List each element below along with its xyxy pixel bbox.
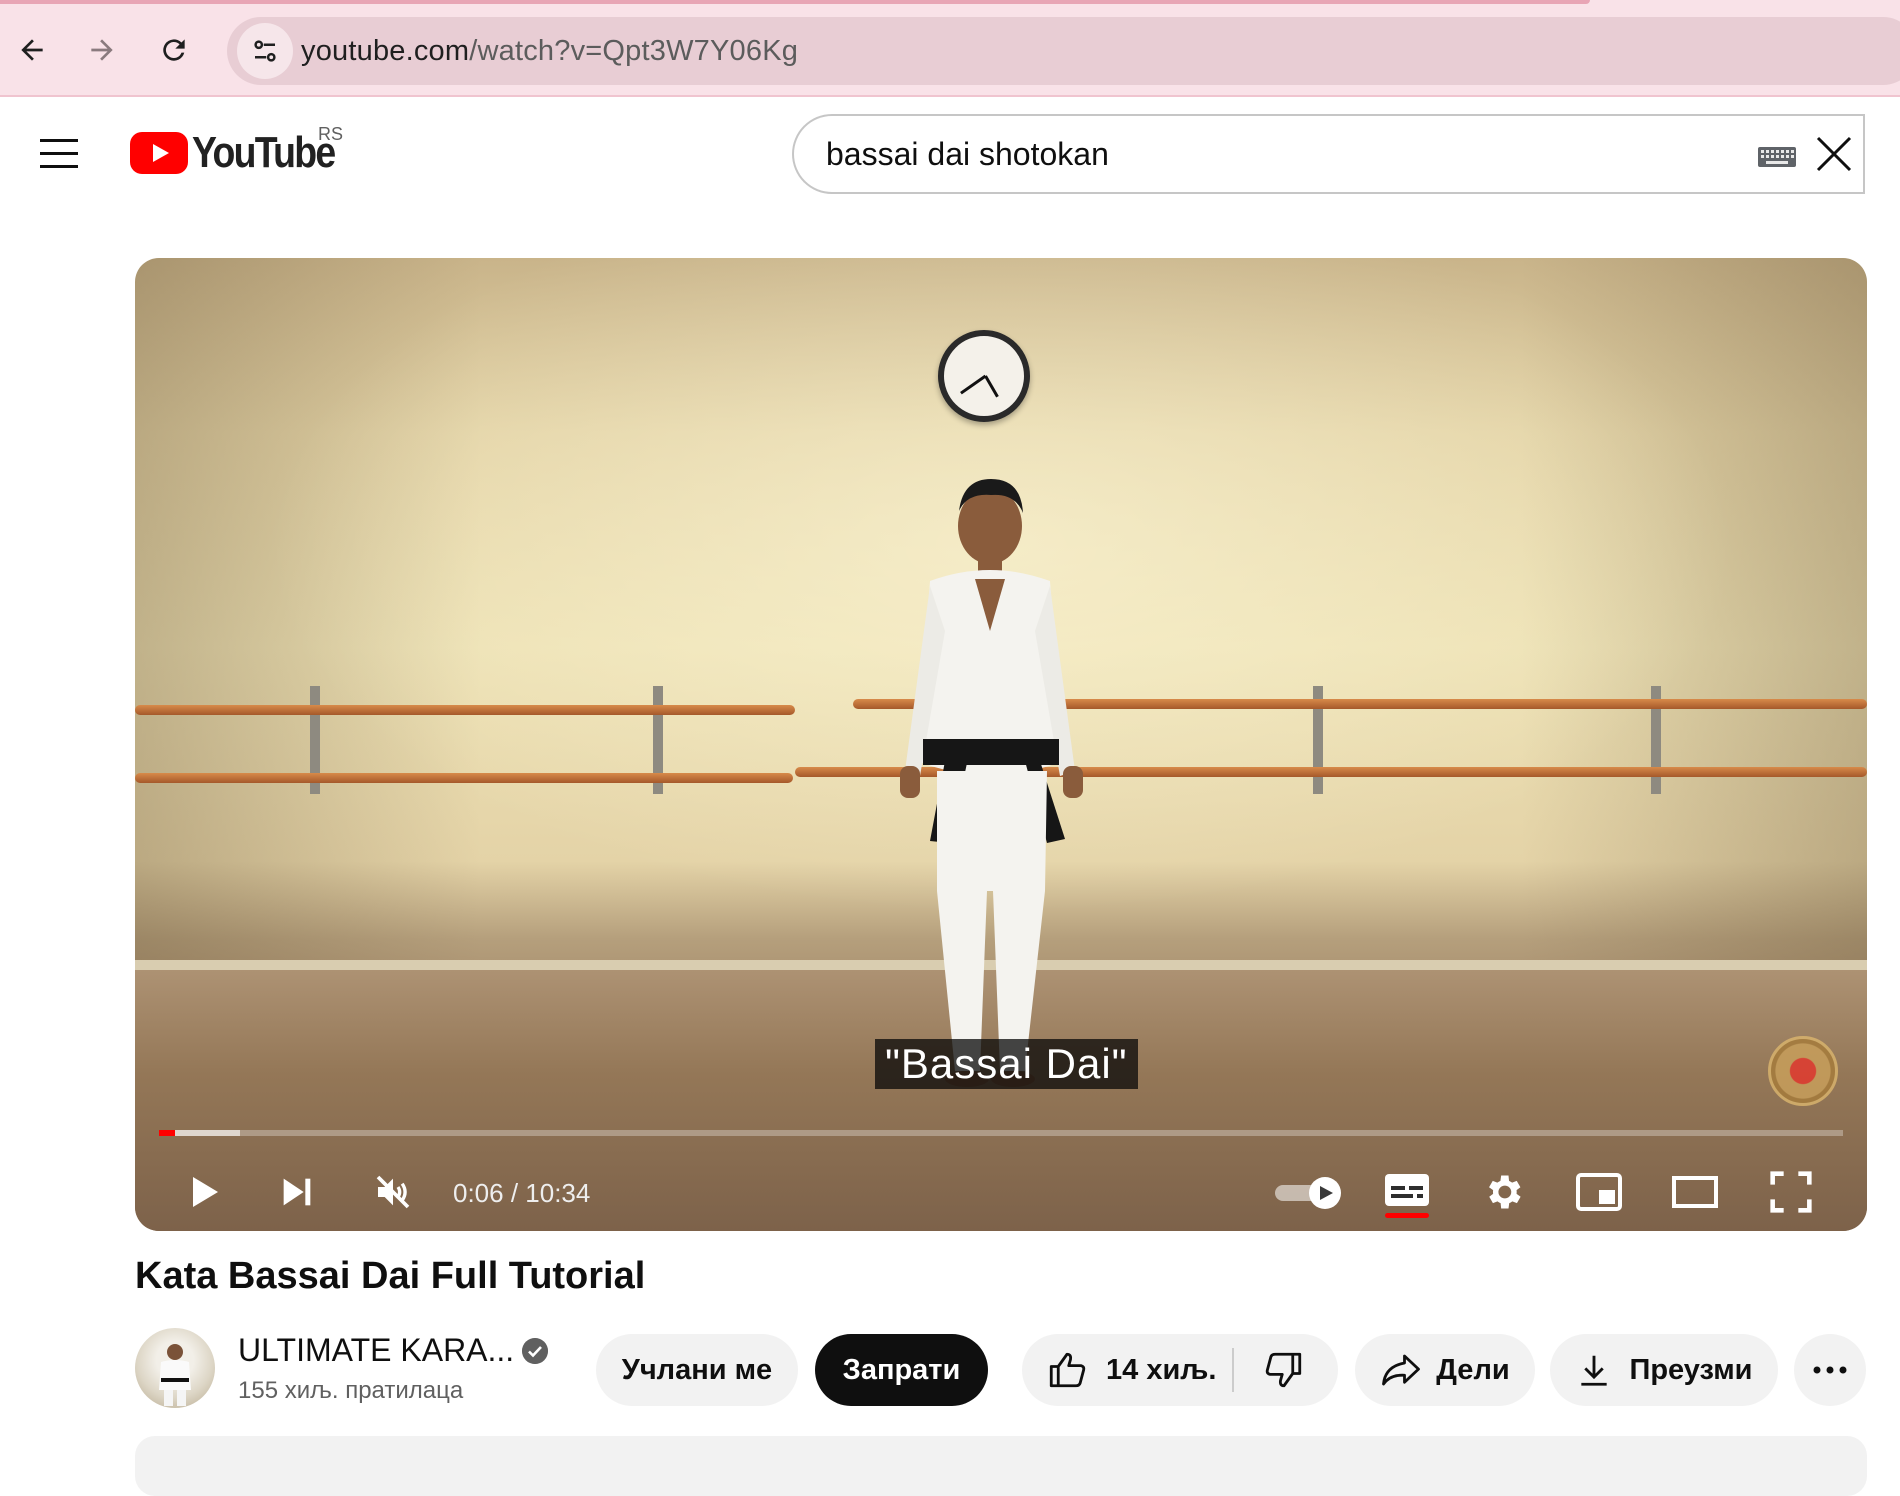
- play-button[interactable]: [177, 1166, 229, 1218]
- search-input[interactable]: [826, 134, 1686, 174]
- channel-avatar[interactable]: [135, 1328, 215, 1408]
- progress-played: [159, 1130, 176, 1136]
- autoplay-toggle[interactable]: [1273, 1176, 1345, 1210]
- hamburger-line: [40, 151, 78, 155]
- reload-icon: [163, 39, 185, 61]
- karateka-figure: [900, 479, 1083, 1087]
- miniplayer-button[interactable]: [1573, 1166, 1625, 1218]
- video-player[interactable]: "Bassai Dai" 0:06 / 10:34: [135, 258, 1867, 1231]
- youtube-play-logo-icon: [130, 132, 188, 174]
- mute-button[interactable]: [367, 1166, 419, 1218]
- clear-search-icon[interactable]: [1812, 132, 1856, 176]
- settings-button[interactable]: [1477, 1166, 1529, 1218]
- ballet-barre: [135, 705, 795, 715]
- theater-mode-button[interactable]: [1669, 1166, 1721, 1218]
- country-code: RS: [318, 124, 344, 144]
- address-bar[interactable]: youtube.com/watch?v=Qpt3W7Y06Kg: [227, 17, 1900, 85]
- verified-badge-icon: [522, 1338, 548, 1364]
- miniplayer-icon: [1576, 1173, 1622, 1211]
- tune-icon: [254, 40, 276, 62]
- hamburger-icon: [40, 138, 78, 142]
- clock-hand: [960, 374, 987, 395]
- player-controls: 0:06 / 10:34: [135, 1156, 1867, 1228]
- more-actions-button[interactable]: [1794, 1334, 1866, 1406]
- fullscreen-icon: [1770, 1171, 1812, 1213]
- search-button-edge[interactable]: [1863, 114, 1865, 194]
- thumbs-up-icon: [1049, 1352, 1086, 1388]
- description-box[interactable]: [135, 1436, 1867, 1496]
- logo-wordmark: YouTube: [192, 128, 336, 177]
- url-path: /watch?v=Qpt3W7Y06Kg: [469, 35, 799, 67]
- gear-icon: [1489, 1175, 1521, 1209]
- fullscreen-button[interactable]: [1765, 1166, 1817, 1218]
- reload-button[interactable]: [148, 24, 200, 76]
- more-horizontal-icon: [1813, 1366, 1847, 1374]
- url-text[interactable]: youtube.com/watch?v=Qpt3W7Y06Kg: [301, 35, 798, 68]
- site-info-button[interactable]: [237, 23, 293, 79]
- dislike-button[interactable]: [1252, 1348, 1316, 1392]
- share-icon: [1382, 1354, 1421, 1386]
- volume-muted-icon: [376, 1175, 410, 1209]
- forward-button[interactable]: [76, 24, 128, 76]
- channel-watermark-logo[interactable]: [1768, 1036, 1838, 1106]
- thumbs-down-icon: [1265, 1352, 1302, 1388]
- like-count: 14 хиљ.: [1106, 1353, 1217, 1386]
- wall-clock: [938, 330, 1030, 422]
- hamburger-line: [40, 164, 78, 168]
- arrow-left-icon: [21, 39, 43, 61]
- video-title: Kata Bassai Dai Full Tutorial: [135, 1255, 646, 1297]
- play-icon: [193, 1177, 218, 1207]
- share-button[interactable]: Дели: [1355, 1334, 1535, 1406]
- search-box[interactable]: [792, 114, 1864, 194]
- skip-next-icon: [283, 1178, 311, 1206]
- url-host: youtube.com: [301, 35, 470, 67]
- like-divider: [1232, 1348, 1234, 1392]
- clock-hand: [984, 375, 999, 398]
- subtitle-caption: "Bassai Dai": [875, 1039, 1138, 1089]
- subscriber-count: 155 хиљ. пратилаца: [238, 1377, 464, 1404]
- subtitles-active-indicator: [1385, 1213, 1429, 1218]
- subtitles-button[interactable]: [1381, 1166, 1433, 1218]
- time-display: 0:06 / 10:34: [453, 1178, 591, 1208]
- channel-name[interactable]: ULTIMATE KARA...: [238, 1332, 514, 1369]
- like-button[interactable]: 14 хиљ.: [1046, 1348, 1226, 1392]
- progress-bar[interactable]: [159, 1130, 1843, 1136]
- download-icon: [1581, 1355, 1608, 1386]
- back-button[interactable]: [6, 24, 58, 76]
- join-button[interactable]: Учлани ме: [596, 1334, 798, 1406]
- subscribe-button[interactable]: Запрати: [815, 1334, 988, 1406]
- keyboard-icon[interactable]: [1757, 146, 1797, 168]
- next-button[interactable]: [271, 1166, 323, 1218]
- share-label: Дели: [1436, 1353, 1510, 1386]
- subtitles-icon: [1385, 1174, 1429, 1206]
- page-load-indicator: [0, 0, 1590, 4]
- arrow-right-icon: [91, 39, 113, 61]
- download-label: Преузми: [1629, 1353, 1753, 1386]
- theater-mode-icon: [1672, 1176, 1718, 1208]
- ballet-barre: [135, 773, 793, 783]
- guide-menu-button[interactable]: [30, 128, 88, 178]
- like-dislike-group: 14 хиљ.: [1022, 1334, 1338, 1406]
- browser-toolbar: youtube.com/watch?v=Qpt3W7Y06Kg: [0, 0, 1900, 97]
- avatar-person-image: [159, 1344, 191, 1406]
- download-button[interactable]: Преузми: [1550, 1334, 1778, 1406]
